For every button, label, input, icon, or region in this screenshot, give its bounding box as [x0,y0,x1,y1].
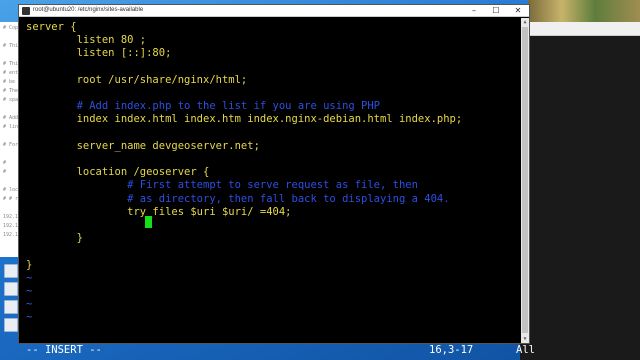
scroll-indicator: All [516,344,535,356]
code-line: listen 80 ; [26,34,147,47]
code-line: server_name devgeoserver.net; [26,139,260,152]
vim-editor[interactable]: server { listen 80 ; listen [::]:80; roo… [19,18,535,356]
background-terminal-window[interactable] [520,22,640,360]
vim-mode-indicator: -- INSERT -- [26,344,102,356]
cursor-position: 16,3-17 [429,344,474,356]
scroll-down-arrow-icon[interactable]: ▼ [521,335,529,343]
code-line: index index.html index.htm index.nginx-d… [26,113,463,126]
terminal-app-icon [22,7,30,15]
desktop-file-icon[interactable] [4,300,18,314]
minimize-button[interactable]: – [463,5,485,17]
terminal-titlebar[interactable]: root@ubuntu20: /etc/nginx/sites-availabl… [19,5,529,17]
empty-buffer-line: ~ [26,271,33,284]
code-line: # First attempt to serve request as file… [26,179,418,192]
scroll-up-arrow-icon[interactable]: ▲ [521,18,529,26]
code-line: } [26,258,33,271]
terminal-scrollbar[interactable]: ▲ ▼ [521,18,529,343]
code-line: # Add index.php to the list if you are u… [26,100,381,113]
empty-buffer-line: ~ [26,285,33,297]
wallpaper-photo [528,0,640,22]
empty-buffer-line: ~ [26,298,33,311]
scrollbar-thumb[interactable] [522,27,528,333]
window-title: root@ubuntu20: /etc/nginx/sites-availabl… [33,7,144,13]
maximize-button[interactable]: ☐ [485,5,507,17]
empty-buffer-line: ~ [26,311,33,324]
close-button[interactable]: ✕ [507,5,529,17]
background-window-titlebar[interactable] [520,22,640,36]
code-line: try_files $uri $uri/ =404; [26,205,292,218]
terminal-window[interactable]: root@ubuntu20: /etc/nginx/sites-availabl… [18,4,535,356]
code-line: listen [::]:80; [26,47,172,60]
desktop-file-icon[interactable] [4,264,18,278]
code-line: server { [26,21,77,33]
desktop-file-icon[interactable] [4,318,18,332]
desktop-file-icon[interactable] [4,282,18,296]
text-cursor [145,216,152,228]
code-line: # as directory, then fall back to displa… [26,192,450,205]
code-line: location /geoserver { [26,166,210,179]
code-line: } [26,232,83,245]
code-line: root /usr/share/nginx/html; [26,73,248,86]
